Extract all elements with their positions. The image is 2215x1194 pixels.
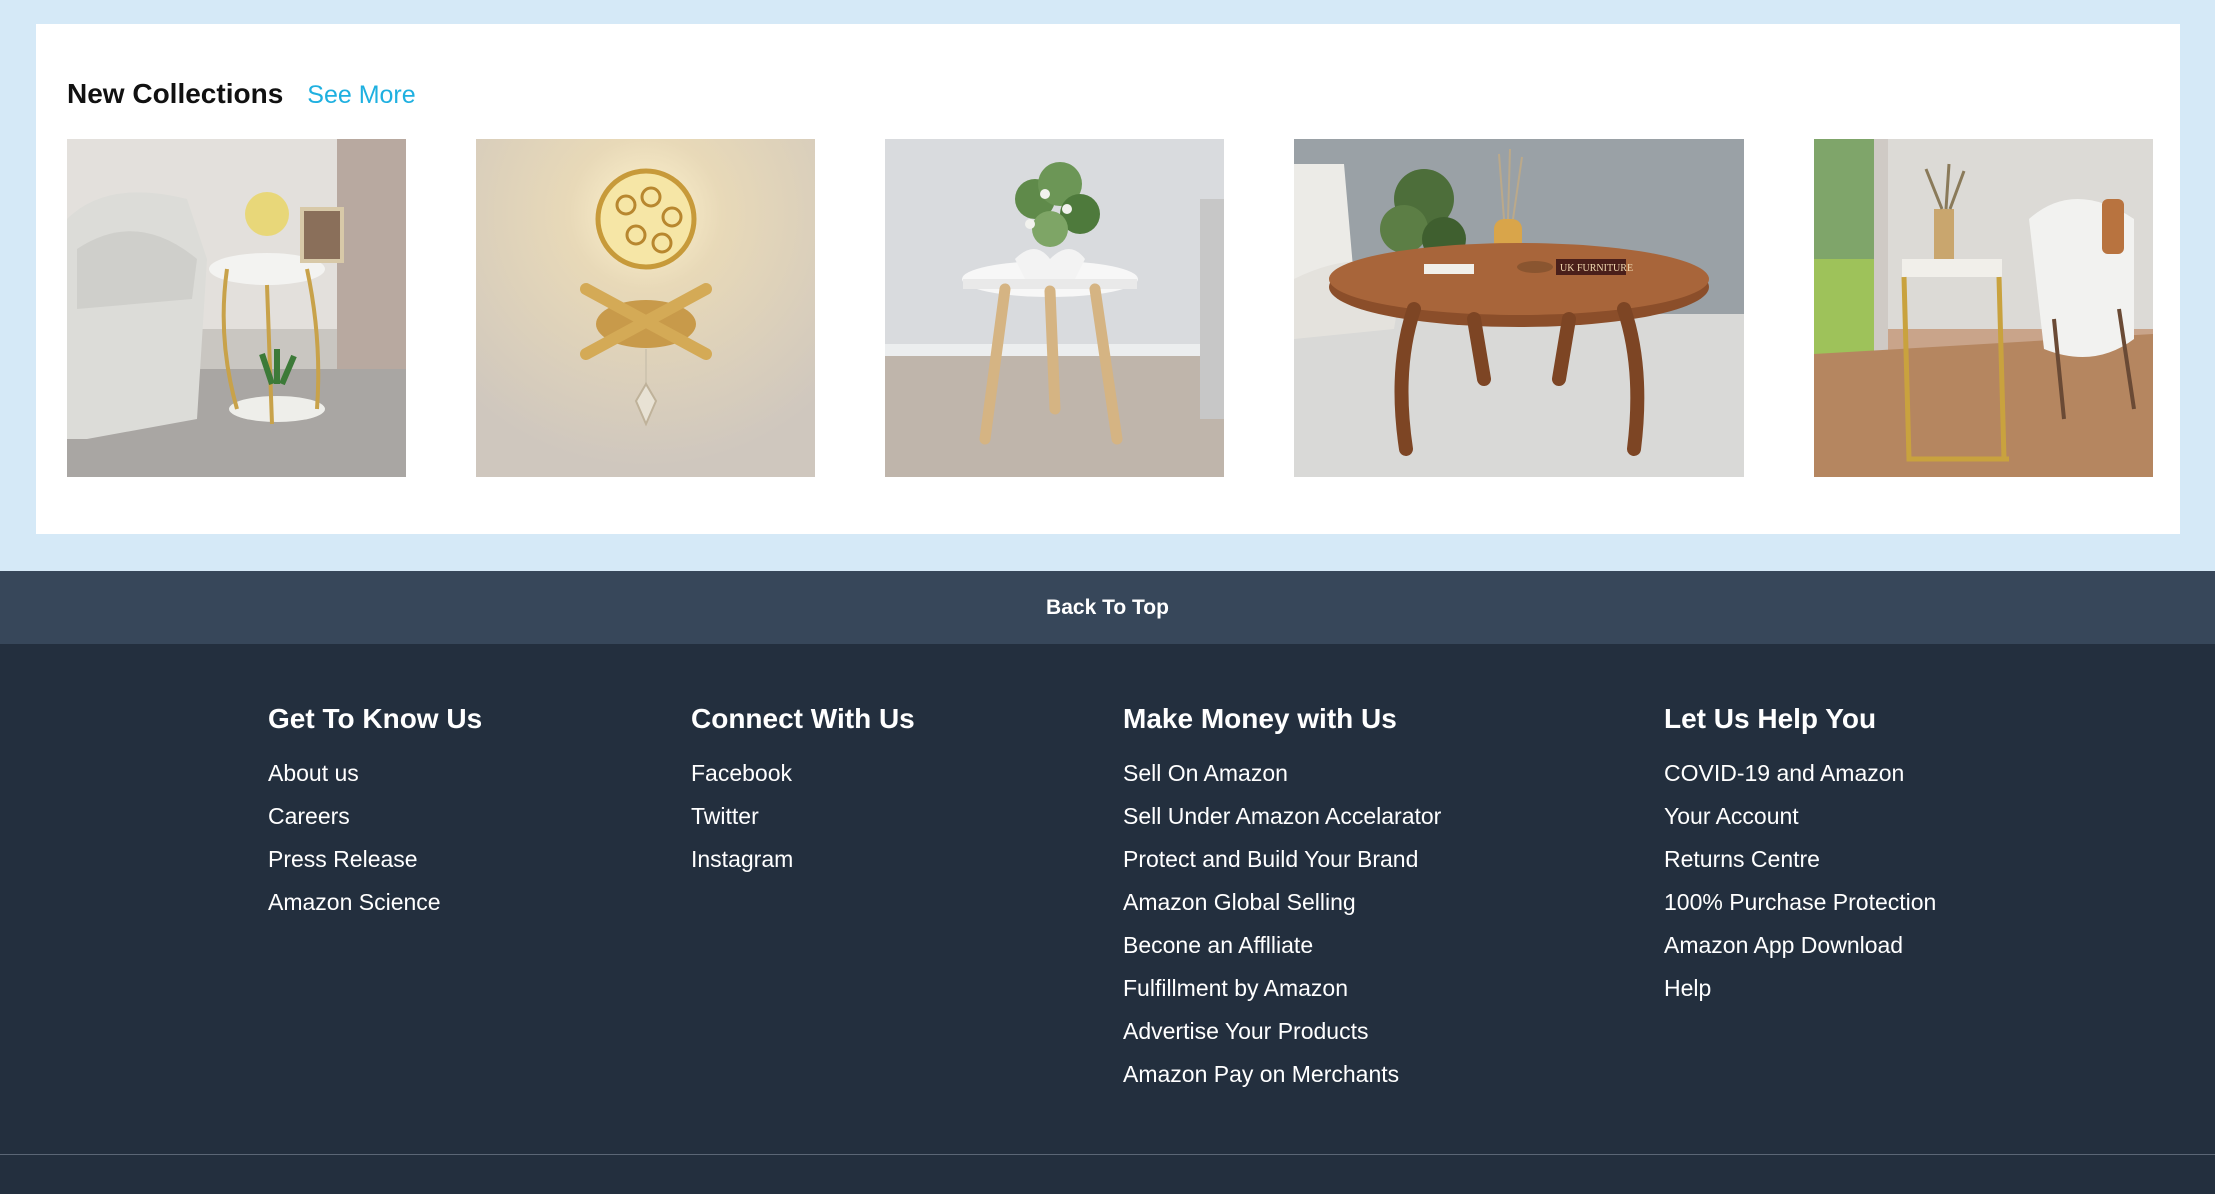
footer-link[interactable]: Advertise Your Products <box>1123 1010 1441 1053</box>
product-card-wooden-coffee-table[interactable]: UK FURNITURE <box>1294 139 1744 477</box>
footer-column-make-money: Make Money with Us Sell On Amazon Sell U… <box>1123 702 1441 1096</box>
product-image <box>67 139 406 477</box>
footer-column-title: Connect With Us <box>691 703 915 734</box>
footer-link[interactable]: Protect and Build Your Brand <box>1123 838 1441 881</box>
footer-link[interactable]: Sell Under Amazon Accelarator <box>1123 795 1441 838</box>
footer-link[interactable]: Fulfillment by Amazon <box>1123 967 1441 1010</box>
footer-link[interactable]: 100% Purchase Protection <box>1664 881 1936 924</box>
footer-column-title: Let Us Help You <box>1664 703 1877 734</box>
footer-link[interactable]: Becone an Afflliate <box>1123 924 1441 967</box>
footer-column-title: Get To Know Us <box>268 703 483 734</box>
product-image <box>476 139 815 477</box>
collections-header: New Collections See More <box>67 78 416 110</box>
product-image: UK FURNITURE <box>1294 139 1744 477</box>
footer-link[interactable]: Press Release <box>268 838 482 881</box>
footer-link[interactable]: Amazon App Download <box>1664 924 1936 967</box>
footer-link[interactable]: COVID-19 and Amazon <box>1664 752 1936 795</box>
product-badge: UK FURNITURE <box>1560 263 1633 274</box>
footer-link[interactable]: Careers <box>268 795 482 838</box>
footer-link[interactable]: Facebook <box>691 752 915 795</box>
footer-column-let-us-help-you: Let Us Help You COVID-19 and Amazon Your… <box>1664 702 1936 1010</box>
product-card-crystal-wall-lamp[interactable] <box>476 139 815 477</box>
footer-link[interactable]: About us <box>268 752 482 795</box>
footer-link[interactable]: Help <box>1664 967 1936 1010</box>
product-card-gold-side-table[interactable] <box>67 139 406 477</box>
see-more-link[interactable]: See More <box>307 81 415 110</box>
collections-title: New Collections <box>67 78 284 109</box>
footer-column-get-to-know-us: Get To Know Us About us Careers Press Re… <box>268 702 482 924</box>
footer-divider <box>0 1154 2215 1155</box>
product-card-white-side-table[interactable] <box>885 139 1224 477</box>
footer-link[interactable]: Returns Centre <box>1664 838 1936 881</box>
new-collections-section: New Collections See More UK FURNITURE <box>36 24 2180 534</box>
footer-link[interactable]: Amazon Pay on Merchants <box>1123 1053 1441 1096</box>
footer-link[interactable]: Amazon Science <box>268 881 482 924</box>
site-footer: Get To Know Us About us Careers Press Re… <box>0 644 2215 1194</box>
back-to-top-button[interactable]: Back To Top <box>0 571 2215 644</box>
product-card-gold-c-table[interactable] <box>1814 139 2153 477</box>
footer-column-connect-with-us: Connect With Us Facebook Twitter Instagr… <box>691 702 915 881</box>
footer-link[interactable]: Instagram <box>691 838 915 881</box>
footer-column-title: Make Money with Us <box>1123 703 1397 734</box>
footer-link[interactable]: Amazon Global Selling <box>1123 881 1441 924</box>
product-carousel: UK FURNITURE <box>67 139 2153 477</box>
footer-link[interactable]: Sell On Amazon <box>1123 752 1441 795</box>
footer-link[interactable]: Your Account <box>1664 795 1936 838</box>
footer-link[interactable]: Twitter <box>691 795 915 838</box>
product-image <box>1814 139 2153 477</box>
product-image <box>885 139 1224 477</box>
